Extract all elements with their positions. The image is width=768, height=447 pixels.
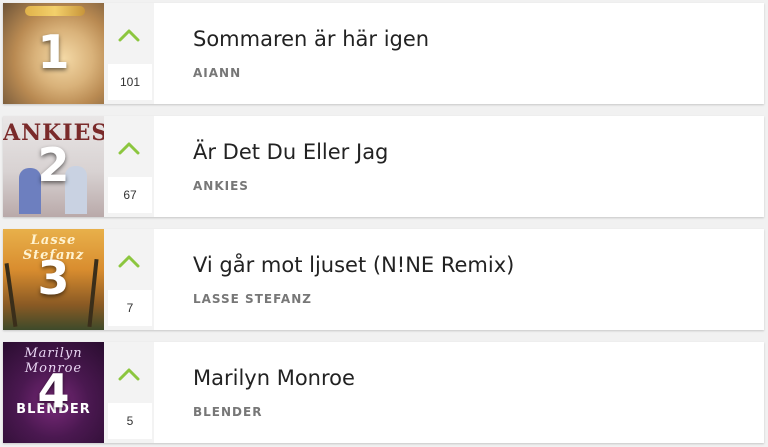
track-info: Sommaren är här igen AIANN — [193, 3, 754, 104]
sunglasses-art — [25, 6, 85, 16]
track-title[interactable]: Vi går mot ljuset (N!NE Remix) — [193, 253, 514, 277]
album-cover[interactable]: ANKIES 2 — [3, 116, 104, 217]
vote-count: 101 — [108, 64, 152, 100]
vote-panel: 5 — [104, 342, 154, 443]
chart-entry[interactable]: Lasse Stefanz 3 7 Vi går mot ljuset (N!N… — [3, 229, 764, 330]
album-cover[interactable]: Marilyn Monroe BLENDER 4 — [3, 342, 104, 443]
rank-number: 4 — [37, 364, 70, 418]
track-info: Vi går mot ljuset (N!NE Remix) LASSE STE… — [193, 229, 754, 330]
up-chevron-icon[interactable] — [118, 28, 140, 42]
artist-name[interactable]: LASSE STEFANZ — [193, 292, 312, 306]
track-info: Är Det Du Eller Jag ANKIES — [193, 116, 754, 217]
up-chevron-icon[interactable] — [118, 367, 140, 381]
vote-panel: 67 — [104, 116, 154, 217]
chart-entry[interactable]: Marilyn Monroe BLENDER 4 5 Marilyn Monro… — [3, 342, 764, 443]
chart-entry[interactable]: 1 101 Sommaren är här igen AIANN — [3, 3, 764, 104]
album-cover[interactable]: Lasse Stefanz 3 — [3, 229, 104, 330]
vote-count: 7 — [108, 290, 152, 326]
vote-count: 67 — [108, 177, 152, 213]
rank-number: 3 — [37, 251, 70, 305]
track-title[interactable]: Sommaren är här igen — [193, 27, 429, 51]
artist-name[interactable]: BLENDER — [193, 405, 262, 419]
artist-name[interactable]: AIANN — [193, 66, 241, 80]
up-chevron-icon[interactable] — [118, 254, 140, 268]
rank-number: 2 — [37, 138, 70, 192]
track-info: Marilyn Monroe BLENDER — [193, 342, 754, 443]
chart-list: 1 101 Sommaren är här igen AIANN ANKIES … — [0, 0, 768, 447]
chart-entry[interactable]: ANKIES 2 67 Är Det Du Eller Jag ANKIES — [3, 116, 764, 217]
artist-name[interactable]: ANKIES — [193, 179, 249, 193]
vote-count: 5 — [108, 403, 152, 439]
vote-panel: 101 — [104, 3, 154, 104]
track-title[interactable]: Är Det Du Eller Jag — [193, 140, 388, 164]
up-chevron-icon[interactable] — [118, 141, 140, 155]
rank-number: 1 — [37, 25, 70, 79]
track-title[interactable]: Marilyn Monroe — [193, 366, 355, 390]
album-cover[interactable]: 1 — [3, 3, 104, 104]
vote-panel: 7 — [104, 229, 154, 330]
